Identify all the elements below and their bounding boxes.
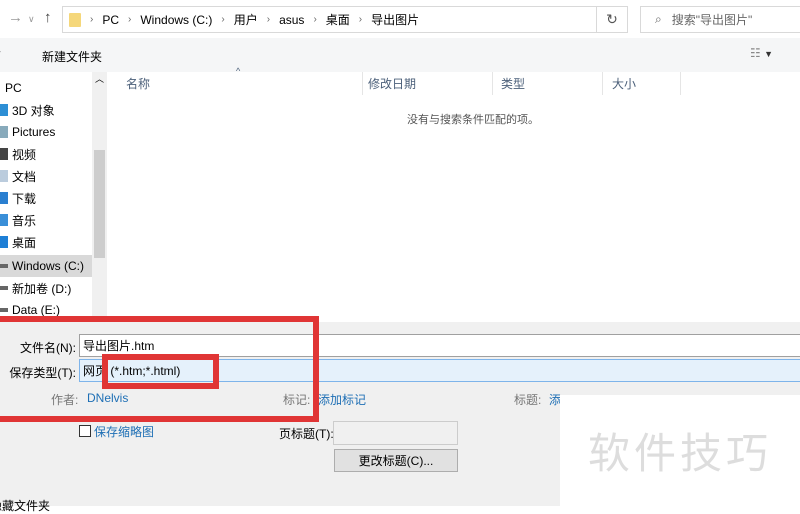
navigation-pane: PC 3D 对象 Pictures 视频 文档 下载 音乐 桌面 Windows… xyxy=(0,72,107,322)
search-icon: ⌕ xyxy=(655,12,662,26)
tags-value[interactable]: 添加标记 xyxy=(318,391,366,408)
column-size[interactable]: 大小 xyxy=(603,72,681,95)
folder-icon xyxy=(69,12,81,27)
column-modified[interactable]: 修改日期 xyxy=(363,72,493,95)
column-name[interactable]: 名称 ^ xyxy=(108,66,363,95)
search-input[interactable]: ⌕ 搜索"导出图片" xyxy=(640,6,800,33)
pictures-icon xyxy=(0,126,8,138)
refresh-icon: ↻ xyxy=(606,11,618,27)
breadcrumb-windows[interactable]: Windows (C:) xyxy=(140,13,212,27)
nav-item-documents[interactable]: 文档 xyxy=(0,165,92,187)
change-title-button[interactable]: 更改标题(C)... xyxy=(334,449,458,472)
page-title-label: 页标题(T): xyxy=(279,427,334,441)
document-icon xyxy=(0,170,8,182)
empty-message: 没有与搜索条件匹配的项。 xyxy=(407,114,539,126)
nav-item-desktop[interactable]: 桌面 xyxy=(0,231,92,253)
3d-icon xyxy=(0,104,8,116)
new-folder-button[interactable]: 新建文件夹 xyxy=(42,48,102,65)
breadcrumb-desktop[interactable]: 桌面 xyxy=(326,11,350,28)
toolbar: ▾ 新建文件夹 ☷ ▼ xyxy=(0,38,800,72)
desktop-icon xyxy=(0,236,8,248)
nav-item-3d[interactable]: 3D 对象 xyxy=(0,99,92,121)
breadcrumb-pc[interactable]: PC xyxy=(102,13,119,27)
drive-icon xyxy=(0,308,8,312)
view-options-icon[interactable]: ☷ ▼ xyxy=(750,46,773,60)
forward-icon[interactable]: → xyxy=(8,9,23,26)
top-bar: → ∨ ↑ › PC › Windows (C:) › 用户 › asus › 桌面 › 导… xyxy=(0,0,800,38)
nav-item-pictures[interactable]: Pictures xyxy=(0,121,92,143)
sort-ascending-icon: ^ xyxy=(236,66,241,76)
breadcrumb-asus[interactable]: asus xyxy=(279,13,304,27)
address-bar[interactable]: › PC › Windows (C:) › 用户 › asus › 桌面 › 导出图片 xyxy=(62,6,597,33)
breadcrumb-export[interactable]: 导出图片 xyxy=(371,11,419,28)
download-icon xyxy=(0,192,8,204)
annotation-highlight-type xyxy=(102,354,219,389)
breadcrumb-users[interactable]: 用户 xyxy=(234,11,258,28)
drive-icon xyxy=(0,286,8,290)
page-title-input[interactable] xyxy=(333,421,458,445)
scroll-up-icon[interactable]: ︿ xyxy=(95,72,104,85)
save-thumbnail-checkbox[interactable] xyxy=(79,425,91,437)
save-thumbnail-label[interactable]: 保存缩略图 xyxy=(94,423,154,440)
drive-icon xyxy=(0,264,8,268)
column-type[interactable]: 类型 xyxy=(493,72,603,95)
watermark: 软件技巧 xyxy=(560,395,800,506)
nav-item-c-drive[interactable]: Windows (C:) xyxy=(0,255,92,277)
title-label: 标题: xyxy=(514,393,542,407)
music-icon xyxy=(0,214,8,226)
recent-dropdown-icon[interactable]: ∨ xyxy=(28,14,35,25)
nav-item-downloads[interactable]: 下载 xyxy=(0,187,92,209)
refresh-button[interactable]: ↻ xyxy=(596,6,628,33)
scrollbar-thumb[interactable] xyxy=(94,150,105,258)
nav-item-pc[interactable]: PC xyxy=(5,77,97,99)
nav-item-music[interactable]: 音乐 xyxy=(0,209,92,231)
nav-item-d-drive[interactable]: 新加卷 (D:) xyxy=(0,277,92,299)
nav-item-videos[interactable]: 视频 xyxy=(0,143,92,165)
organize-dropdown[interactable]: ▾ xyxy=(0,48,1,59)
up-icon[interactable]: ↑ xyxy=(44,9,52,26)
video-icon xyxy=(0,148,8,160)
